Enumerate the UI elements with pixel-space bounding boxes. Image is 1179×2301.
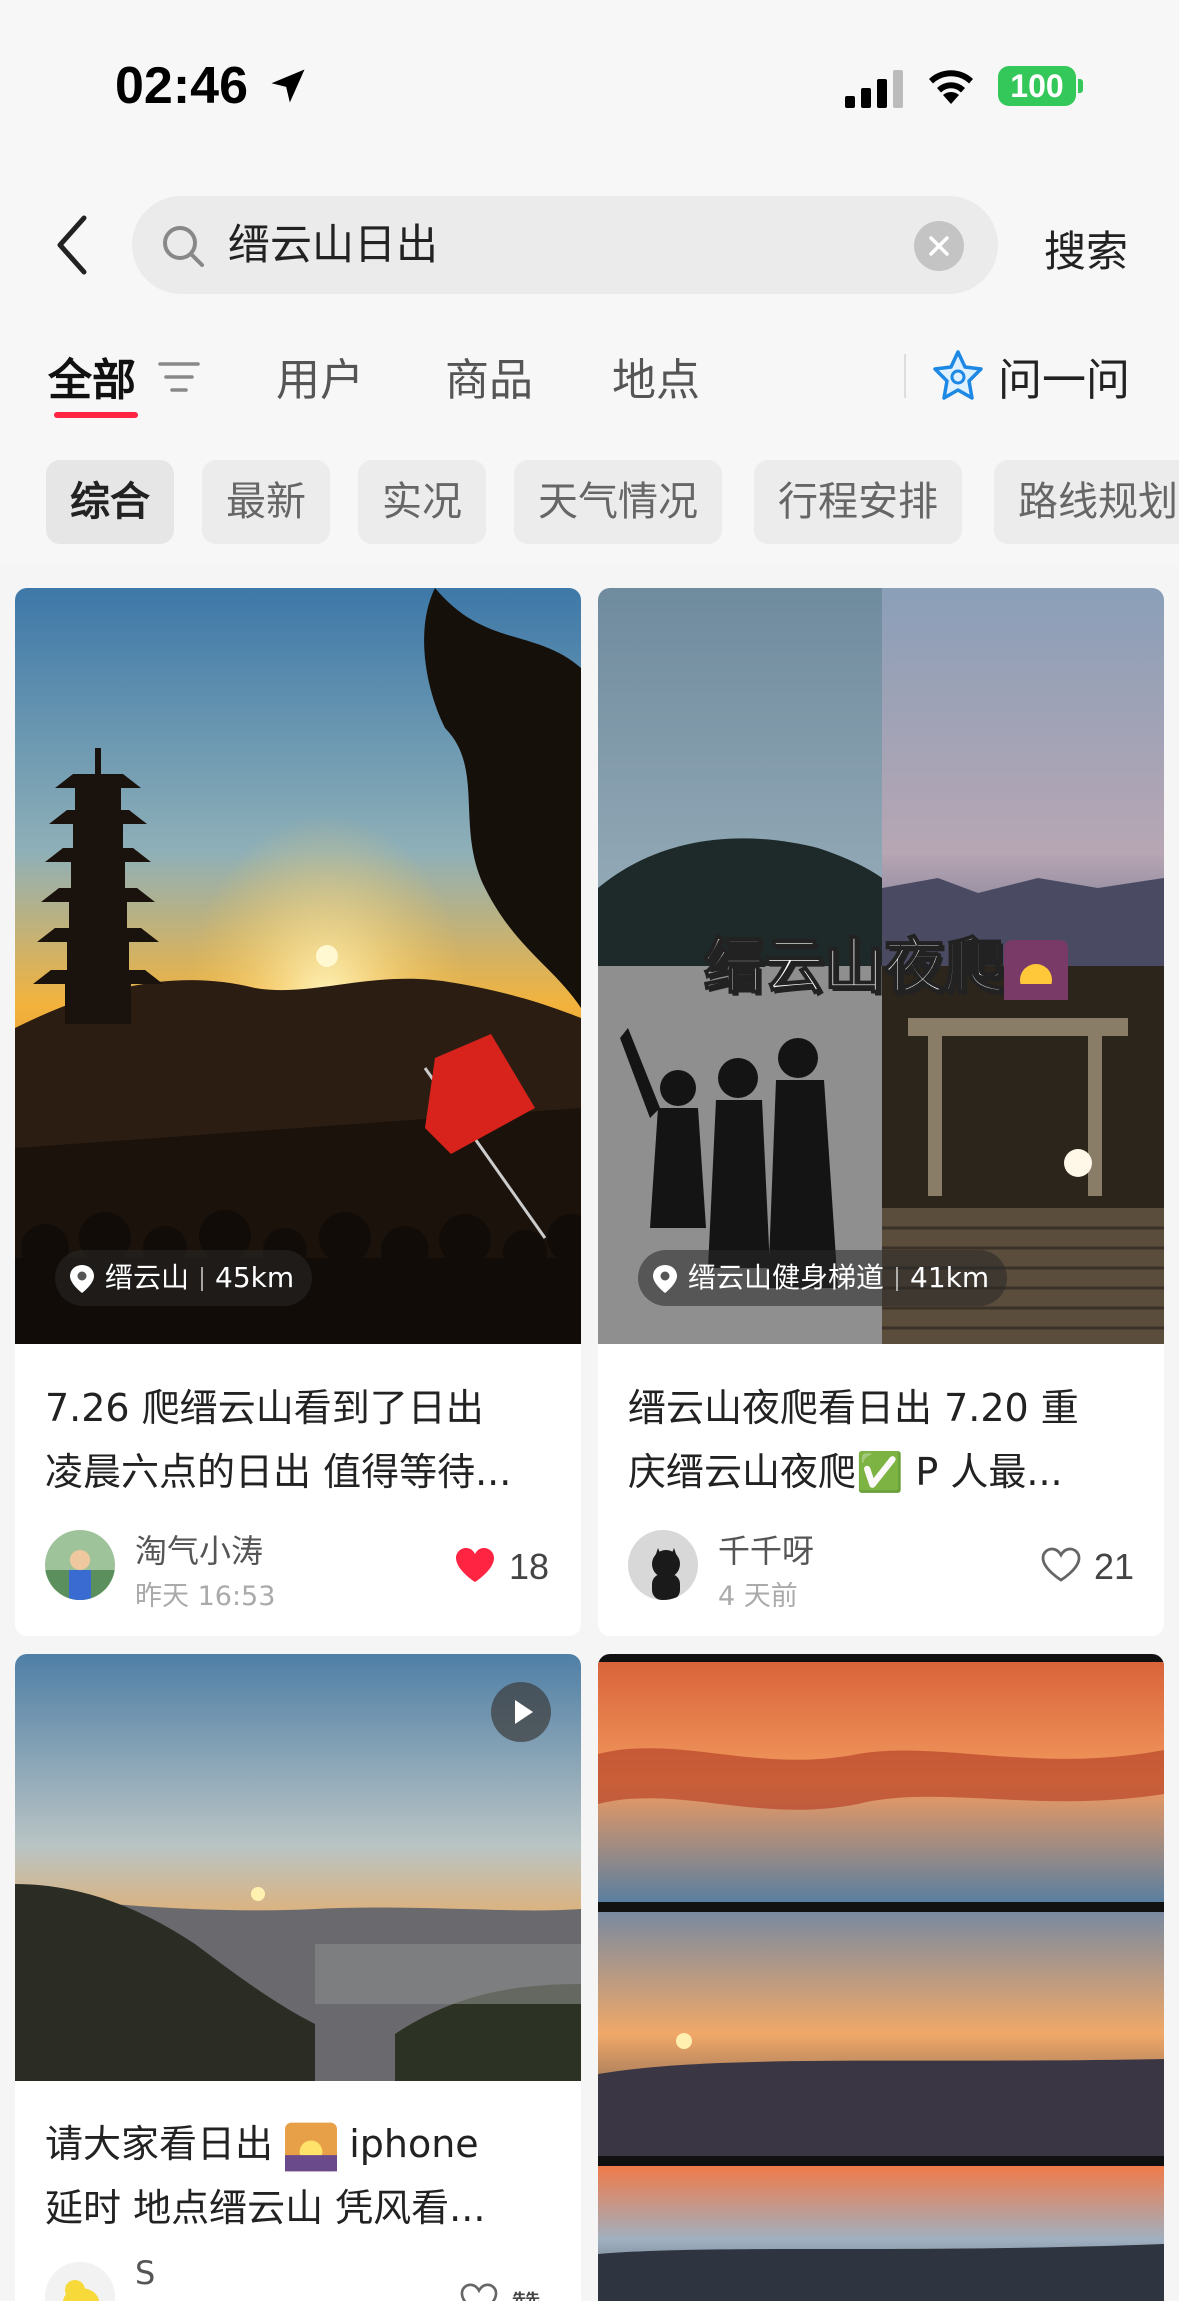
chip-itinerary[interactable]: 行程安排: [754, 460, 962, 544]
status-bar: 02:46 100: [0, 0, 1179, 170]
wifi-icon: [929, 70, 973, 104]
like-count: 21: [1094, 1546, 1135, 1587]
note-title[interactable]: 请大家看日出 iphone 延时 地点缙云山 凭风看...: [45, 2112, 565, 2240]
badge-divider: [896, 1267, 899, 1291]
note-title-line: 7.26 爬缙云山看到了日出: [45, 1386, 484, 1430]
tab-places[interactable]: 地点: [612, 344, 700, 408]
search-submit-button[interactable]: 搜索: [1044, 218, 1128, 279]
location-arrow-icon: [271, 69, 305, 103]
note-title-line: 延时 地点缙云山 凭风看...: [45, 2186, 486, 2230]
location-distance: 41km: [910, 1261, 990, 1294]
location-name: 缙云山健身梯道: [688, 1261, 885, 1294]
play-button[interactable]: [491, 1682, 551, 1742]
tab-all[interactable]: 全部: [48, 344, 136, 408]
battery-cap: [1078, 79, 1083, 93]
play-icon: [515, 1700, 533, 1724]
ask-button-label[interactable]: 问一问: [998, 344, 1130, 408]
cellular-signal-icon: [845, 70, 903, 108]
heart-filled-icon[interactable]: [454, 1546, 496, 1584]
chip-live[interactable]: 实况: [358, 460, 486, 544]
note-title-line: 庆缙云山夜爬✅ P 人最...: [628, 1450, 1063, 1494]
clear-search-button[interactable]: [914, 221, 964, 271]
note-cover-image: [598, 1654, 1164, 2301]
location-distance: 45km: [215, 1261, 295, 1294]
author-name[interactable]: 淘气小涛: [135, 1526, 263, 1572]
tabs-divider: [904, 354, 906, 398]
author-name[interactable]: S: [135, 2254, 155, 2292]
note-card[interactable]: 缙云山夜爬 缙云山健身梯道 41km 缙云山夜爬看日出 7.20 重 庆缙云山夜爬…: [598, 588, 1164, 1636]
battery-indicator: 100: [998, 66, 1076, 106]
search-header: 缙云山日出 搜索: [0, 170, 1179, 320]
search-input[interactable]: 缙云山日出: [228, 220, 438, 270]
result-tabs: 全部 用户 商品 地点 问一问: [0, 320, 1179, 435]
location-name: 缙云山: [105, 1261, 190, 1294]
like-count: 赞: [511, 2282, 541, 2301]
chip-comprehensive[interactable]: 综合: [46, 460, 174, 544]
filter-chips: 综合 最新 实况 天气情况 行程安排 路线规划: [0, 435, 1179, 565]
search-bar[interactable]: 缙云山日出: [132, 196, 998, 294]
post-time: 昨天 16:53: [135, 1581, 276, 1612]
note-card[interactable]: 请大家看日出 iphone 延时 地点缙云山 凭风看... S 赞: [15, 1654, 581, 2301]
avatar[interactable]: [628, 1530, 698, 1600]
tab-users[interactable]: 用户: [276, 344, 364, 408]
location-badge[interactable]: 缙云山 45km: [55, 1250, 313, 1306]
chip-latest[interactable]: 最新: [202, 460, 330, 544]
like-count: 18: [509, 1546, 550, 1587]
note-title-line: 请大家看日出 iphone: [45, 2112, 565, 2176]
note-title[interactable]: 7.26 爬缙云山看到了日出 凌晨六点的日出 值得等待...: [45, 1376, 565, 1504]
note-title[interactable]: 缙云山夜爬看日出 7.20 重 庆缙云山夜爬✅ P 人最...: [628, 1376, 1148, 1504]
author-name[interactable]: 千千呀: [718, 1526, 814, 1572]
cover-overlay-title: 缙云山夜爬: [703, 918, 1068, 1005]
sunrise-emoji-icon: [1004, 940, 1068, 1001]
search-icon: [163, 226, 204, 267]
chip-weather[interactable]: 天气情况: [514, 460, 722, 544]
sunrise-emoji-icon: [285, 2122, 338, 2171]
heart-outline-icon[interactable]: [459, 2282, 499, 2301]
note-title-line: 缙云山夜爬看日出 7.20 重: [628, 1386, 1079, 1430]
heart-outline-icon[interactable]: [1040, 1546, 1082, 1584]
avatar[interactable]: [45, 2262, 115, 2301]
avatar[interactable]: [45, 1530, 115, 1600]
note-title-line: 凌晨六点的日出 值得等待...: [45, 1450, 512, 1494]
chip-route[interactable]: 路线规划: [994, 460, 1179, 544]
status-time: 02:46: [115, 57, 248, 115]
note-card[interactable]: [598, 1654, 1164, 2301]
map-pin-icon: [653, 1265, 677, 1293]
post-time: 4 天前: [718, 1581, 798, 1612]
tab-products[interactable]: 商品: [445, 344, 533, 408]
note-cover-image: [15, 588, 581, 1344]
note-card[interactable]: 缙云山 45km 7.26 爬缙云山看到了日出 凌晨六点的日出 值得等待... 淘…: [15, 588, 581, 1636]
map-pin-icon: [70, 1265, 94, 1293]
active-tab-indicator: [54, 412, 138, 418]
back-button[interactable]: [48, 210, 98, 280]
filter-icon[interactable]: [158, 360, 200, 394]
close-icon: [929, 236, 949, 256]
ask-ai-star-icon[interactable]: [930, 348, 986, 404]
badge-divider: [201, 1267, 204, 1291]
location-badge[interactable]: 缙云山健身梯道 41km: [638, 1250, 1008, 1306]
